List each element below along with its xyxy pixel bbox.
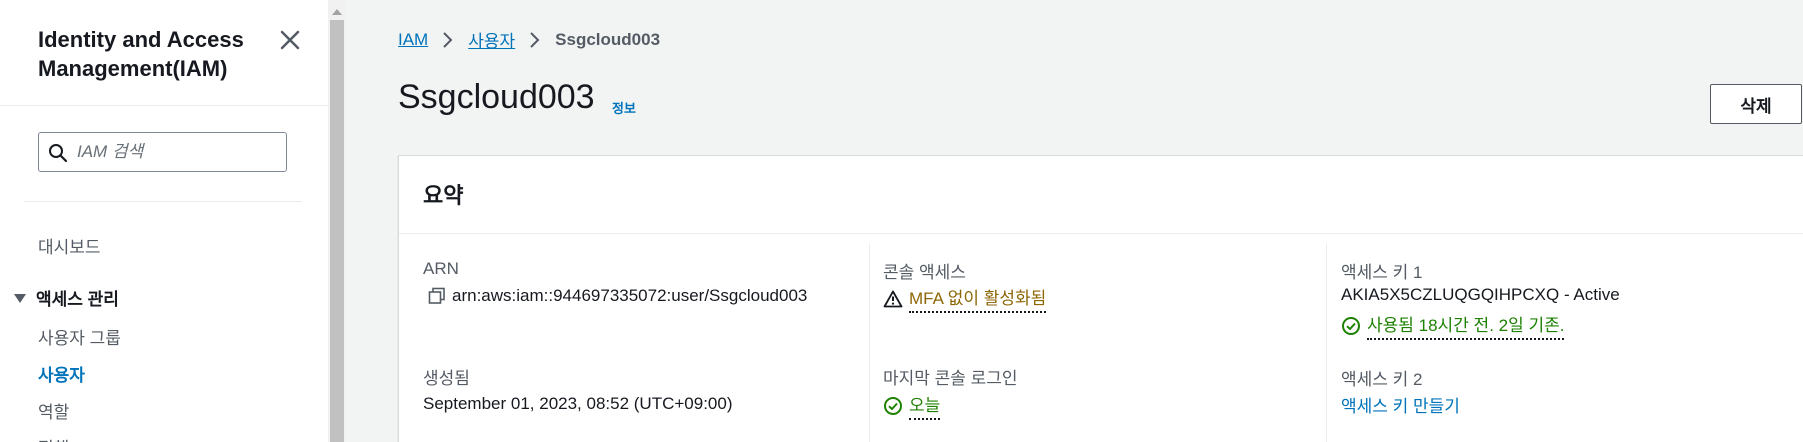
console-access-value[interactable]: MFA 없이 활성화됨 [883,284,1047,313]
summary-header: 요약 [399,156,1803,234]
last-login-label: 마지막 콘솔 로그인 [883,369,1018,388]
sidebar-divider [0,105,328,106]
arn-label: ARN [423,259,459,278]
page-title: Ssgcloud003 [398,78,595,116]
column-divider [1326,244,1327,442]
sidebar-section-label: 액세스 관리 [36,290,119,309]
arn-text: arn:aws:iam::944697335072:user/Ssgcloud0… [452,286,808,305]
sidebar-title: Identity and Access Management(IAM) [38,27,244,81]
scroll-up-icon[interactable] [332,9,342,15]
scrollbar-thumb[interactable] [330,20,344,442]
iam-console: Identity and Access Management(IAM) 대시보드… [0,0,1803,442]
create-access-key-link[interactable]: 액세스 키 만들기 [1341,392,1460,417]
sidebar-item-dashboard[interactable]: 대시보드 [38,233,101,258]
chevron-right-icon [442,31,454,49]
last-login-text: 오늘 [909,391,941,420]
copy-icon[interactable] [428,287,446,305]
breadcrumb-iam[interactable]: IAM [398,30,428,50]
console-access-text: MFA 없이 활성화됨 [909,284,1047,313]
search-input[interactable] [77,139,277,165]
sidebar-divider [24,201,302,202]
column-divider [869,244,870,442]
summary-card: 요약 ARN arn:aws:iam::944697335072:user/Ss… [398,155,1803,442]
main-content: IAM 사용자 Ssgcloud003 Ssgcloud003 정보 삭제 요약… [346,0,1803,442]
created-value: September 01, 2023, 08:52 (UTC+09:00) [423,394,733,413]
sidebar-scrollbar[interactable] [328,0,346,442]
breadcrumb: IAM 사용자 Ssgcloud003 [398,27,660,52]
arn-value: arn:aws:iam::944697335072:user/Ssgcloud0… [428,286,807,306]
info-link[interactable]: 정보 [612,98,636,117]
access-key-1-value: AKIA5X5CZLUQGQIHPCXQ - Active [1341,285,1620,304]
sidebar-item-users[interactable]: 사용자 [38,361,85,386]
access-key-1-usage-text: 사용됨 18시간 전. 2일 기존. [1367,311,1565,340]
caret-down-icon [14,294,26,303]
access-key-2-label: 액세스 키 2 [1341,370,1423,389]
check-circle-icon [883,396,903,416]
search-box[interactable] [38,132,287,172]
breadcrumb-users[interactable]: 사용자 [468,27,515,52]
summary-title: 요약 [423,183,464,208]
console-access-label: 콘솔 액세스 [883,263,966,282]
sidebar: Identity and Access Management(IAM) 대시보드… [0,0,328,442]
sidebar-item-policies[interactable]: 정책 [38,434,69,442]
warning-icon [883,290,903,308]
access-key-1-label: 액세스 키 1 [1341,263,1423,282]
created-label: 생성됨 [423,369,470,388]
delete-button[interactable]: 삭제 [1710,84,1802,124]
breadcrumb-current: Ssgcloud003 [555,29,661,49]
sidebar-item-roles[interactable]: 역할 [38,398,69,423]
last-login-value[interactable]: 오늘 [883,391,941,420]
sidebar-item-user-groups[interactable]: 사용자 그룹 [38,324,121,349]
check-circle-icon [1341,316,1361,336]
chevron-right-icon [529,31,541,49]
sidebar-section-access-management[interactable]: 액세스 관리 [14,285,119,310]
access-key-1-usage[interactable]: 사용됨 18시간 전. 2일 기존. [1341,311,1565,340]
search-icon [49,144,68,163]
close-icon[interactable] [276,26,304,54]
